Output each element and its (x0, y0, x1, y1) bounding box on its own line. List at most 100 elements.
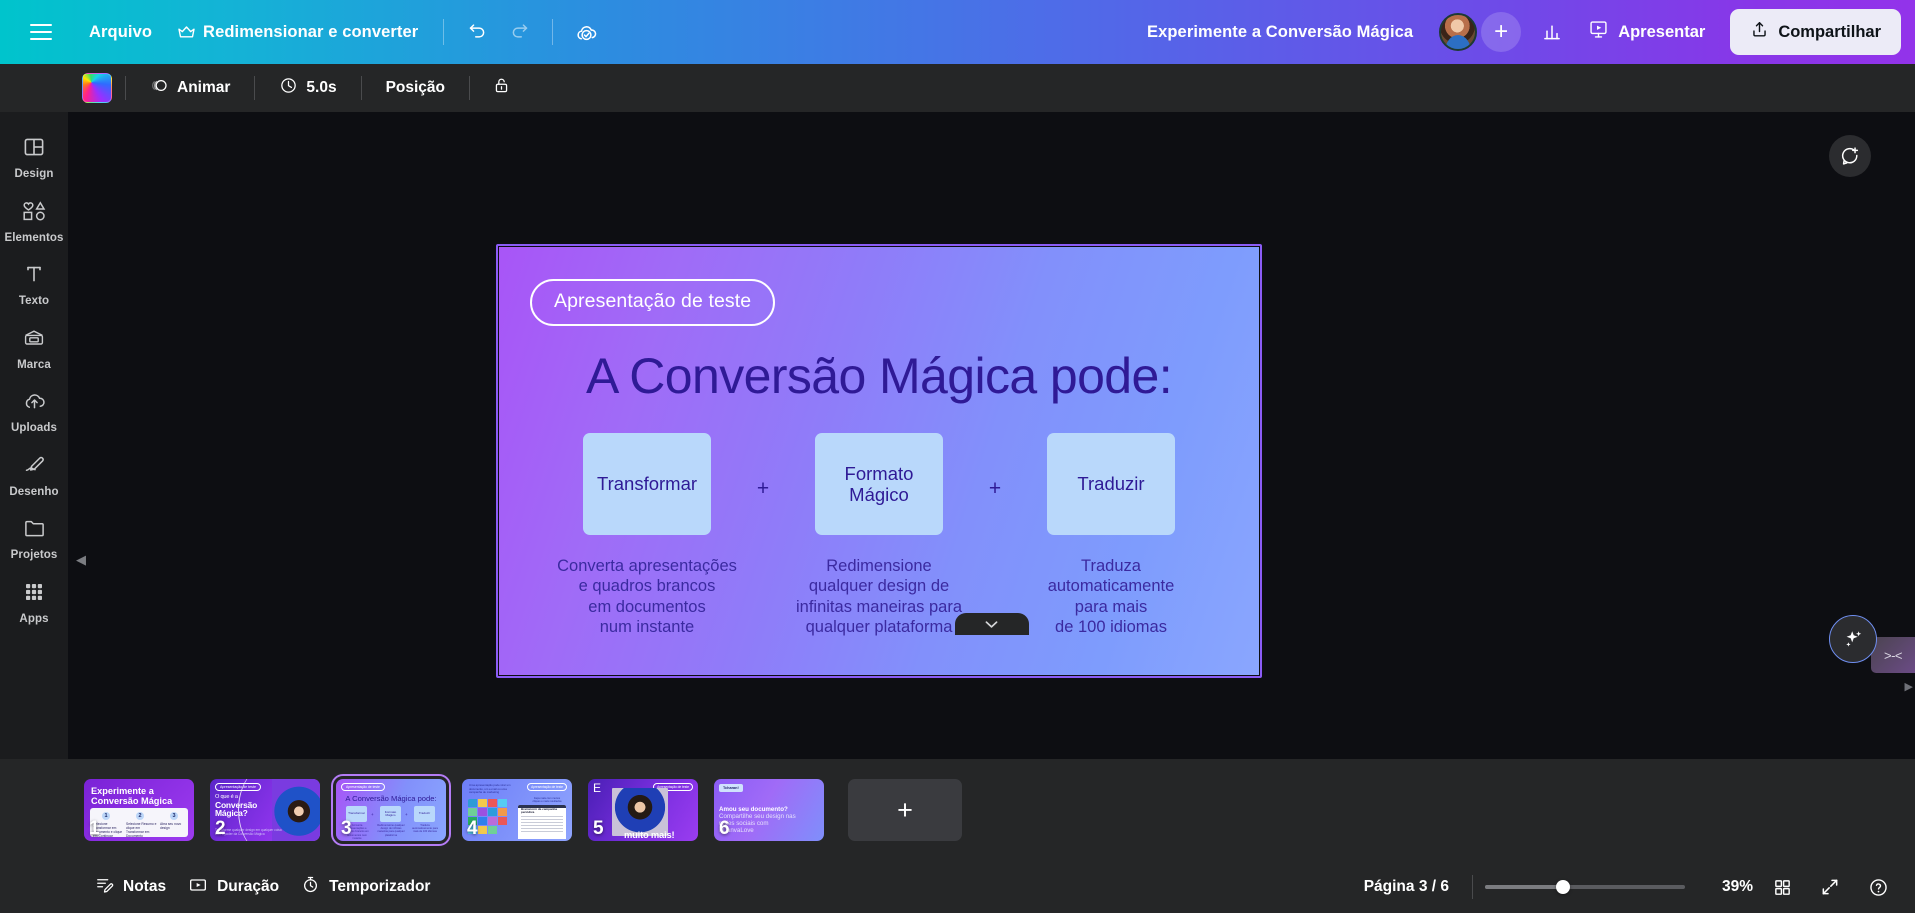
share-upload-icon (1750, 20, 1769, 44)
feature-card[interactable]: Transformar (583, 433, 711, 535)
position-label: Posição (385, 79, 446, 96)
kaomoji-badge[interactable]: >-< (1871, 637, 1915, 673)
animate-circle-icon (150, 76, 169, 100)
thumb-badge: Apresentação de teste (215, 783, 261, 792)
present-button[interactable]: Apresentar (1573, 10, 1720, 54)
duration-value: 5.0s (306, 79, 337, 96)
thumb-plus: + (371, 812, 374, 817)
slide-editor[interactable]: Apresentação de teste A Conversão Mágica… (496, 244, 1262, 678)
plus-separator-2: + (988, 477, 1002, 500)
zoom-slider[interactable] (1485, 877, 1685, 897)
duration-button[interactable]: Duração (177, 868, 290, 907)
slide-heading[interactable]: A Conversão Mágica pode: (499, 347, 1259, 405)
thumbnail-slide-5[interactable]: Apresentação de teste E muito mais! 5 (588, 779, 698, 841)
feature-description[interactable]: Converta apresentações e quadros brancos… (557, 556, 737, 638)
file-menu-button[interactable]: Arquivo (76, 14, 165, 51)
magic-sparkles-icon[interactable] (1829, 615, 1877, 663)
sidebar-item-texto[interactable]: Texto (2, 253, 66, 315)
toolbar2-divider-1 (125, 76, 126, 100)
editor-body: Design Elementos Texto Marca Uploads Des… (0, 112, 1915, 759)
bar-chart-icon[interactable] (1531, 11, 1573, 53)
element-toolbar: Animar 5.0s Posição (0, 64, 1915, 112)
kaomoji-caret-icon[interactable]: ▶ (1905, 680, 1913, 693)
sidebar-item-label: Elementos (4, 231, 64, 244)
slide-canvas[interactable]: Apresentação de teste A Conversão Mágica… (499, 247, 1259, 675)
hamburger-menu-icon[interactable] (20, 11, 62, 53)
thumbnail-number: 3 (341, 818, 352, 839)
rainbow-color-swatch[interactable] (82, 73, 112, 103)
lock-button[interactable] (483, 69, 520, 107)
thumbnail-slide-6[interactable]: Tcharan! Amou seu documento? Compartilhe… (714, 779, 824, 841)
thumb-doc-body-lines (521, 816, 563, 834)
help-question-icon[interactable] (1859, 868, 1897, 906)
lock-open-icon (492, 76, 511, 100)
slide-pill-label[interactable]: Apresentação de teste (530, 279, 776, 326)
sidebar-item-label: Projetos (10, 549, 58, 561)
collapse-slide-strip-button[interactable] (954, 613, 1029, 635)
thumbnail-slide-2[interactable]: Apresentação de teste O que é a Conversã… (210, 779, 320, 841)
thumbnail-number: 4 (467, 818, 478, 839)
feature-description[interactable]: Redimensione qualquer design de infinita… (796, 556, 962, 638)
feature-card[interactable]: Traduzir (1047, 433, 1175, 535)
crown-icon (178, 25, 195, 39)
undo-icon[interactable] (456, 11, 498, 53)
file-menu-label: Arquivo (89, 22, 153, 41)
animate-button[interactable]: Animar (139, 69, 241, 107)
scroll-left-arrow-icon[interactable]: ◀ (76, 552, 86, 568)
thumbnail-slide-1[interactable]: Experimente a Conversão Mágica 1 Selecio… (84, 779, 194, 841)
sidebar-item-label: Marca (17, 358, 51, 371)
feature-description[interactable]: Traduza automaticamente para mais de 100… (1048, 556, 1175, 638)
duration-button[interactable]: 5.0s (268, 69, 347, 107)
redo-icon[interactable] (498, 11, 540, 53)
resize-convert-button[interactable]: Redimensionar e converter (165, 14, 431, 51)
design-layout-icon (22, 135, 46, 164)
thumb-top-copy: Uma apresentação pode virar um documento… (469, 783, 511, 795)
notes-button[interactable]: Notas (84, 868, 177, 906)
sidebar-item-projetos[interactable]: Projetos (2, 507, 66, 569)
share-button[interactable]: Compartilhar (1730, 9, 1901, 55)
avatar[interactable] (1439, 13, 1478, 51)
thumb-mini-desc: Redimensione qualquer design de infinita… (377, 824, 405, 837)
thumbnail-number: 5 (593, 818, 604, 839)
add-collaborator-button[interactable]: + (1481, 12, 1522, 52)
slide-columns: Transformar Converta apresentações e qua… (555, 433, 1203, 638)
cloud-check-icon[interactable] (565, 11, 607, 53)
timer-button[interactable]: Temporizador (290, 868, 441, 906)
thumb-mini-desc: Traduza automaticamente para mais de 100… (412, 824, 438, 834)
toolbar-divider-2 (552, 19, 554, 45)
thumb-plus: + (405, 812, 408, 817)
canvas-area[interactable]: ◀ Apresentação de teste A Conversão Mági… (68, 112, 1915, 759)
thumb-copy: Amou seu documento? Compartilhe seu desi… (719, 806, 814, 835)
shapes-icon (21, 199, 47, 228)
add-comment-icon[interactable] (1829, 135, 1871, 177)
sidebar-item-design[interactable]: Design (2, 126, 66, 188)
sidebar-item-apps[interactable]: Apps (2, 571, 66, 633)
thumb-document-preview: Brainstorm da campanha periódica (518, 805, 566, 839)
thumb-title-line3: Mágica? (215, 808, 248, 819)
thumb-right-copy: Faça mais com menos cliques e mais resul… (532, 797, 562, 804)
collaborators-group: + (1439, 12, 1522, 52)
sidebar-item-marca[interactable]: Marca (2, 317, 66, 379)
thumbnail-slide-4[interactable]: Apresentação de teste Uma apresentação p… (462, 779, 572, 841)
add-slide-button[interactable]: + (848, 779, 962, 841)
zoom-slider-knob[interactable] (1556, 880, 1570, 894)
thumb-copy-line1: Amou seu documento? (719, 806, 788, 814)
page-indicator[interactable]: Página 3 / 6 (1353, 871, 1460, 903)
apps-grid-icon (22, 580, 46, 609)
thumb-title: Experimente a Conversão Mágica (91, 786, 173, 807)
feature-card[interactable]: Formato Mágico (815, 433, 943, 535)
fullscreen-expand-icon[interactable] (1811, 868, 1849, 906)
grid-view-icon[interactable] (1763, 868, 1801, 906)
sidebar-item-desenho[interactable]: Desenho (2, 444, 66, 506)
thumbnail-slide-3[interactable]: Apresentação de teste A Conversão Mágica… (331, 774, 451, 846)
sidebar-item-uploads[interactable]: Uploads (2, 380, 66, 442)
clock-icon (279, 76, 298, 100)
position-button[interactable]: Posição (375, 72, 456, 104)
document-title[interactable]: Experimente a Conversão Mágica (1133, 14, 1427, 51)
draw-pen-icon (22, 453, 47, 482)
thumb-steps-card: 1 Selecione Transformar em Documento e c… (90, 808, 188, 838)
sidebar-item-label: Apps (19, 612, 49, 625)
thumb-more-label: muito mais! (624, 829, 675, 840)
sidebar-item-elementos[interactable]: Elementos (2, 190, 66, 252)
folder-icon (22, 516, 47, 545)
